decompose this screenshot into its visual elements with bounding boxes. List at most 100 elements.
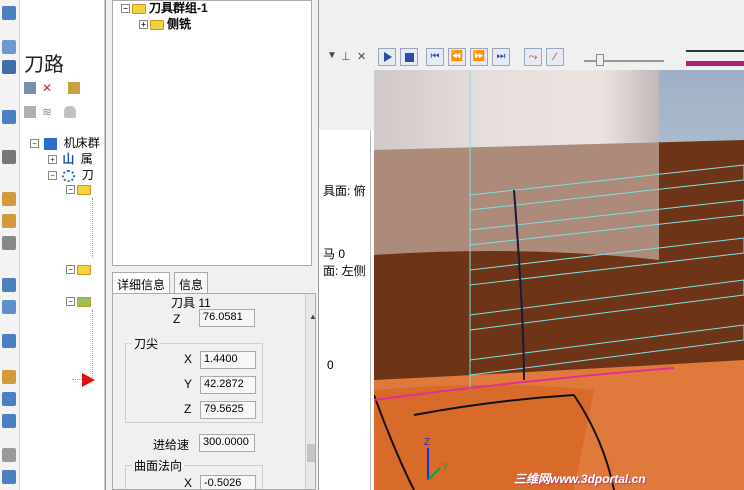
tree-label: 属: [80, 152, 93, 166]
tree-label: 刀: [81, 168, 94, 182]
collapse-icon[interactable]: −: [66, 297, 75, 307]
param-header: ▼ ⊥ ✕: [319, 0, 374, 130]
layer-icon[interactable]: [2, 236, 16, 250]
tree-item-side-milling[interactable]: + 侧铣: [139, 15, 191, 32]
scroll-up-icon[interactable]: ▲: [309, 312, 315, 321]
scroll-thumb[interactable]: [307, 444, 315, 462]
tree-label: 机床群: [63, 136, 100, 150]
feed-label: 进给速: [153, 438, 190, 452]
insert-arrow-icon[interactable]: [82, 373, 95, 387]
tip-x-value: 1.4400: [200, 351, 256, 369]
folder-open-icon: [77, 264, 91, 275]
details-scrollbar[interactable]: ▲: [305, 294, 315, 489]
tree-item-op2[interactable]: −: [66, 262, 94, 276]
tip-z-value: 79.5625: [200, 401, 256, 419]
tip-x-label: X: [184, 352, 193, 366]
wave-icon[interactable]: ≋: [42, 106, 56, 118]
tip-group: 刀尖 X 1.4400 Y 42.2872 Z 79.5625: [125, 335, 263, 423]
first-frame-button[interactable]: ⏮: [426, 48, 444, 66]
param-panel: ▼ ⊥ ✕ 具面: 俯 马 0 面: 左侧 0: [319, 0, 374, 490]
folder-active-icon: [77, 296, 91, 307]
stock-icon[interactable]: [2, 40, 16, 54]
last-frame-button[interactable]: ⏭: [492, 48, 510, 66]
details-pane: 刀具 11 Z 76.0581 刀尖 X 1.4400 Y 42.2872 Z …: [112, 293, 316, 490]
tree-item-toolgroup[interactable]: − 刀: [48, 166, 94, 183]
collapse-icon[interactable]: −: [30, 139, 39, 149]
option-icon[interactable]: [2, 448, 16, 462]
tree-label: 刀具群组-1: [149, 1, 208, 15]
normal-x-value: -0.5026: [200, 475, 256, 489]
select-all-icon[interactable]: [24, 82, 36, 94]
param-line: 马 0: [323, 247, 346, 261]
view-icon[interactable]: [2, 470, 16, 484]
tree-item-machine-group[interactable]: − 机床群: [30, 134, 100, 151]
tree-line: [92, 310, 93, 380]
tip-y-label: Y: [184, 377, 193, 391]
collapse-icon[interactable]: −: [66, 185, 75, 195]
box2-icon[interactable]: [2, 214, 16, 228]
machine-icon[interactable]: [2, 60, 16, 74]
axis-icon[interactable]: [2, 278, 16, 292]
step-back-button[interactable]: ⏪: [448, 48, 466, 66]
trace-button[interactable]: ⤳: [524, 48, 542, 66]
select-icon[interactable]: [2, 334, 16, 348]
ghost-icon[interactable]: [64, 106, 76, 118]
tree-item-op3[interactable]: −: [66, 294, 94, 308]
feed-value: 300.0000: [199, 434, 255, 452]
pin-icon[interactable]: ⊥: [341, 50, 351, 63]
panel-toolbar-row2: ≋: [24, 104, 102, 120]
tree-item-toolgroup-root[interactable]: − 刀具群组-1: [121, 0, 208, 16]
collapse-icon[interactable]: −: [121, 4, 130, 14]
measure-icon[interactable]: [2, 414, 16, 428]
transform-icon[interactable]: [2, 300, 16, 314]
normal-group-title: 曲面法向: [132, 457, 185, 474]
dropdown-icon[interactable]: ▼: [327, 50, 337, 61]
panel-toolbar-row1: ✕: [24, 80, 102, 96]
graphics-viewport[interactable]: Z Y 三维网www.3dportal.cn: [374, 70, 744, 490]
tree-line: [92, 198, 93, 258]
properties-icon: 山: [62, 152, 75, 166]
detail-tabs: 详细信息 信息: [112, 272, 312, 294]
normal-group: 曲面法向 X -0.5026: [125, 457, 263, 490]
cut-icon[interactable]: [2, 150, 16, 164]
check-icon[interactable]: [2, 392, 16, 406]
backplot-dialog: − 刀具群组-1 + 侧铣 详细信息 信息 刀具 11 Z 76.0581 刀尖 X…: [105, 0, 319, 490]
tree-item-properties[interactable]: + 山 属: [48, 150, 93, 167]
close-icon[interactable]: ✕: [357, 50, 366, 63]
solid-icon[interactable]: [2, 110, 16, 124]
svg-text:Z: Z: [424, 437, 430, 448]
svg-text:Y: Y: [442, 462, 449, 473]
expand-icon[interactable]: +: [48, 155, 57, 165]
speed-slider-thumb[interactable]: [596, 54, 604, 66]
normal-x-label: X: [184, 476, 193, 490]
z-label: Z: [173, 312, 181, 326]
collapse-icon[interactable]: −: [66, 265, 75, 275]
tool-button[interactable]: ⁄: [546, 48, 564, 66]
operation-tree: − 刀具群组-1 + 侧铣: [112, 0, 312, 266]
tree-item-op1[interactable]: −: [66, 182, 94, 196]
play-button[interactable]: [378, 48, 396, 66]
toolpath-icon[interactable]: [2, 6, 16, 20]
tab-info[interactable]: 信息: [174, 272, 209, 294]
machine-group-icon: [44, 137, 58, 150]
collapse-icon[interactable]: −: [48, 171, 57, 181]
step-forward-button[interactable]: ⏩: [470, 48, 488, 66]
analyze-icon[interactable]: [2, 370, 16, 384]
panel-title: 刀路: [24, 54, 64, 76]
param-line: 0: [327, 358, 334, 372]
z-top-value: 76.0581: [199, 309, 255, 327]
delete-icon[interactable]: ✕: [42, 82, 54, 94]
toolpath-panel: 刀路 ✕ ≋ − 机床群 + 山 属 − 刀 − − −: [20, 0, 105, 490]
folder-icon: [150, 19, 164, 30]
lock-icon[interactable]: [24, 106, 36, 118]
box-icon[interactable]: [2, 192, 16, 206]
regen-icon[interactable]: [68, 82, 80, 94]
left-toolbar: [0, 0, 20, 490]
tip-group-title: 刀尖: [132, 335, 161, 352]
tab-details[interactable]: 详细信息: [112, 272, 171, 294]
watermark: 三维网www.3dportal.cn: [514, 472, 646, 486]
progress-bar[interactable]: [686, 61, 744, 66]
expand-icon[interactable]: +: [139, 20, 148, 30]
stop-button[interactable]: [400, 48, 418, 66]
folder-icon: [132, 3, 146, 14]
